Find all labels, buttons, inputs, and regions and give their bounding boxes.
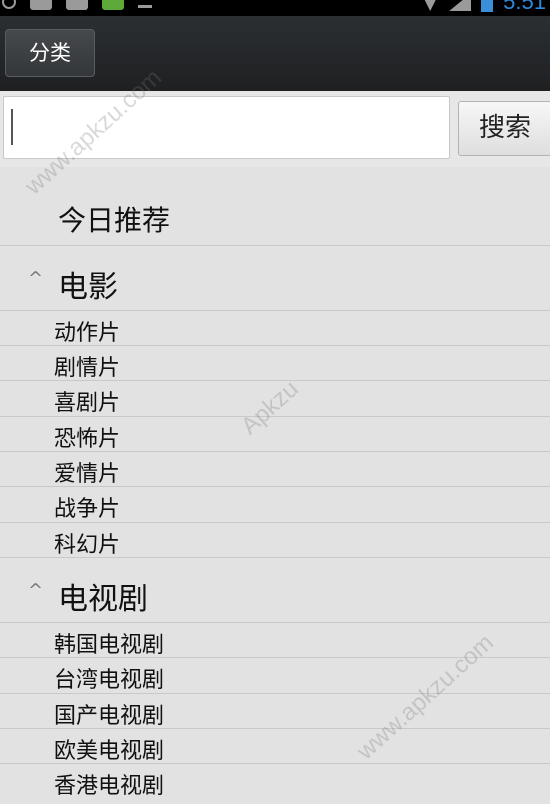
app-notification-icon [66,0,88,10]
status-bar: 5:51 [0,0,550,16]
section-title: 电影 [58,270,118,305]
search-button[interactable]: 搜索 [458,101,550,156]
list-item-label: 台湾电视剧 [54,668,165,693]
list-item[interactable]: 科幻片 [0,523,550,558]
section-header-movies[interactable]: ^ 电影 [0,246,550,311]
text-cursor [11,109,13,145]
list-item-label: 战争片 [54,497,121,522]
list-item-label: 韩国电视剧 [54,633,165,658]
list-item-label: 香港电视剧 [54,774,165,799]
download-icon [138,0,152,8]
list-item[interactable]: 剧情片 [0,346,550,381]
app-notification-icon [30,0,52,10]
list-item-label: 喜剧片 [54,391,121,416]
list-item-today-recommend[interactable]: 今日推荐 [0,167,550,246]
list-item-label: 科幻片 [54,533,121,558]
status-bar-notifications [2,0,152,10]
list-item[interactable]: 战争片 [0,487,550,523]
chevron-up-icon: ^ [28,268,44,289]
action-bar: 分类 [0,16,550,91]
list-item[interactable]: 香港电视剧 [0,764,550,804]
section-title: 电视剧 [58,582,148,617]
category-button[interactable]: 分类 [5,29,95,77]
list-item[interactable]: 国产电视剧 [0,694,550,729]
section-header-tv-series[interactable]: ^ 电视剧 [0,558,550,623]
wifi-icon [421,0,440,11]
list-item-label: 恐怖片 [54,427,121,452]
search-notification-icon [2,0,16,9]
list-item-label: 动作片 [54,321,121,346]
list-item-label: 欧美电视剧 [54,739,165,764]
status-bar-system: 5:51 [421,0,546,13]
app-notification-icon [102,0,124,10]
list-item-label: 今日推荐 [58,204,171,237]
list-item-label: 爱情片 [54,462,121,487]
status-clock: 5:51 [503,0,546,14]
list-item[interactable]: 爱情片 [0,452,550,487]
chevron-up-icon: ^ [28,580,44,601]
list-item-label: 剧情片 [54,356,121,381]
list-item-label: 国产电视剧 [54,704,165,729]
signal-icon [449,0,472,11]
list-item[interactable]: 欧美电视剧 [0,729,550,764]
battery-icon [481,0,494,12]
list-item[interactable]: 动作片 [0,311,550,346]
